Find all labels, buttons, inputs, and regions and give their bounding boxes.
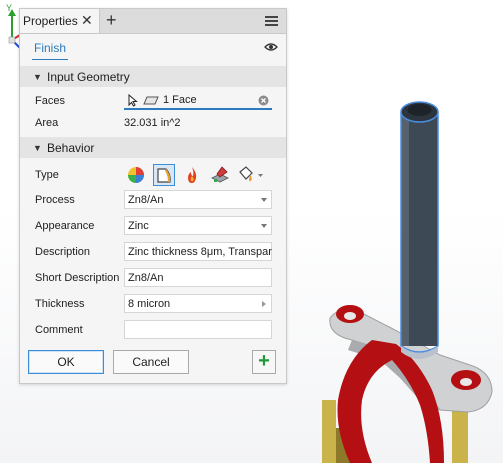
faces-value: 1 Face [163, 94, 197, 106]
short-description-label: Short Description [35, 272, 120, 284]
chevron-down-icon [261, 224, 267, 228]
faces-selector[interactable]: 1 Face [124, 91, 272, 110]
comment-field[interactable] [124, 320, 272, 339]
close-icon[interactable]: ✕ [81, 12, 93, 28]
section-title: Behavior [47, 141, 95, 155]
description-value: Zinc thickness 8μm, Transparent [128, 246, 272, 258]
thickness-field[interactable]: 8 micron [124, 294, 272, 313]
description-field[interactable]: Zinc thickness 8μm, Transparent [124, 242, 272, 261]
chevron-right-icon[interactable] [262, 301, 266, 307]
ok-button[interactable]: OK [28, 350, 104, 374]
plus-icon: + [258, 350, 270, 372]
area-value: 32.031 in^2 [124, 117, 181, 129]
type-label: Type [35, 169, 59, 181]
section-behavior[interactable]: ▼ Behavior [20, 137, 286, 158]
collapse-arrow-icon[interactable]: ▼ [33, 143, 42, 153]
description-label: Description [35, 246, 91, 258]
faces-label: Faces [35, 95, 65, 107]
tab-properties[interactable]: Properties ✕ [20, 9, 100, 33]
surface-finish-icon[interactable] [209, 164, 231, 186]
add-button[interactable]: + [252, 350, 276, 374]
panel-tab-bar: Properties ✕ + [20, 9, 286, 34]
hamburger-menu-icon[interactable] [265, 16, 278, 26]
process-label: Process [35, 194, 75, 206]
triad-y-label: Y [6, 3, 12, 13]
paint-bucket-icon[interactable] [235, 164, 265, 186]
material-finish-icon[interactable] [153, 164, 175, 186]
add-tab-icon[interactable]: + [106, 10, 117, 30]
area-label: Area [35, 117, 59, 129]
section-input-geometry[interactable]: ▼ Input Geometry [20, 66, 286, 87]
gold-tube-left [322, 400, 336, 463]
process-dropdown[interactable]: Zn8/An [124, 190, 272, 209]
thickness-label: Thickness [35, 298, 85, 310]
properties-panel: Properties ✕ + Finish ▼ Input Geometry F… [19, 8, 287, 384]
feature-row: Finish [20, 34, 286, 63]
cancel-button[interactable]: Cancel [113, 350, 189, 374]
short-description-field[interactable]: Zn8/An [124, 268, 272, 287]
face-icon [143, 96, 159, 105]
collapse-arrow-icon[interactable]: ▼ [33, 72, 42, 82]
thickness-value: 8 micron [128, 298, 171, 310]
clear-selection-icon[interactable] [258, 95, 269, 106]
appearance-dropdown[interactable]: Zinc [124, 216, 272, 235]
heat-treatment-icon[interactable] [181, 164, 203, 186]
chevron-down-icon [261, 198, 267, 202]
appearance-value: Zinc [128, 220, 149, 232]
finish-underline [32, 59, 68, 60]
tab-label: Properties [23, 14, 78, 28]
color-wheel-icon[interactable] [125, 164, 147, 186]
process-value: Zn8/An [128, 194, 164, 206]
finish-feature-link[interactable]: Finish [34, 41, 66, 55]
section-title: Input Geometry [47, 70, 130, 84]
eye-icon[interactable] [264, 42, 278, 52]
comment-label: Comment [35, 324, 83, 336]
short-description-value: Zn8/An [128, 272, 164, 284]
appearance-label: Appearance [35, 220, 95, 232]
cursor-arrow-icon [128, 94, 138, 107]
